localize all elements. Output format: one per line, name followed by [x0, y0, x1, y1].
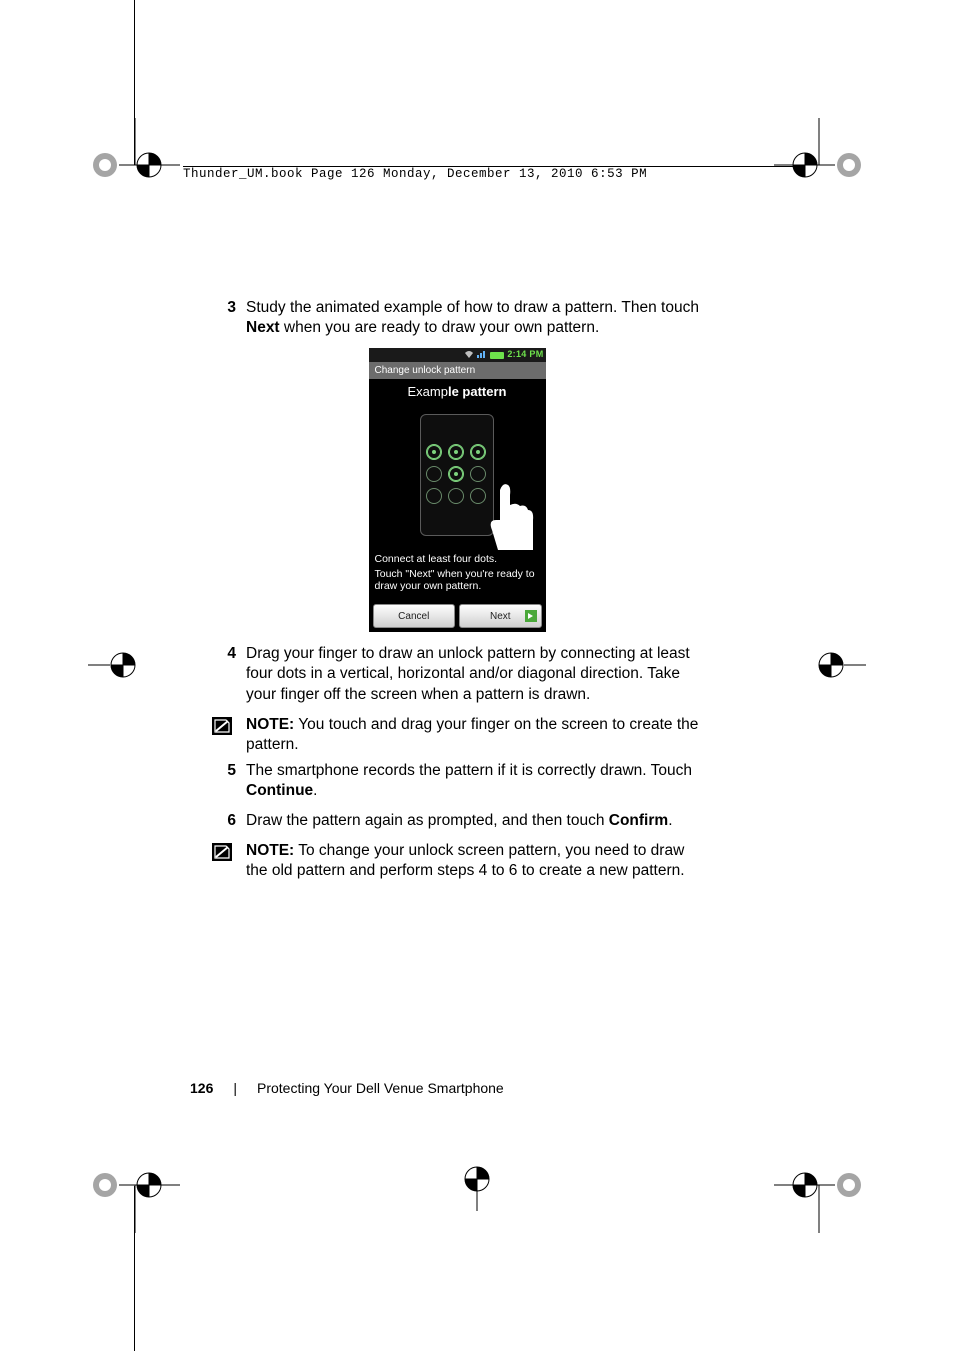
step-text: Drag your finger to draw an unlock patte… — [246, 644, 702, 704]
page-content: 3 Study the animated example of how to d… — [212, 298, 702, 888]
step-3: 3 Study the animated example of how to d… — [212, 298, 702, 338]
screen-title-bar: Change unlock pattern — [369, 362, 546, 379]
step-text: Draw the pattern again as prompted, and … — [246, 811, 702, 831]
note-text: NOTE: You touch and drag your finger on … — [246, 715, 702, 755]
step-text: Study the animated example of how to dra… — [246, 298, 702, 338]
example-pattern-title: Example pattern — [369, 379, 546, 403]
step-text: The smartphone records the pattern if it… — [246, 761, 702, 801]
pattern-dot — [426, 466, 442, 482]
crop-mark-bottom-left — [85, 1138, 180, 1233]
step-number: 4 — [212, 644, 246, 704]
pattern-dot — [470, 444, 486, 460]
cancel-button-label: Cancel — [398, 611, 429, 622]
step-6: 6 Draw the pattern again as prompted, an… — [212, 811, 702, 831]
crop-mark-bottom-center — [462, 1161, 492, 1211]
signal-icon — [477, 350, 487, 361]
crop-mark-bottom-right — [774, 1138, 869, 1233]
note-text: NOTE: To change your unlock screen patte… — [246, 841, 702, 881]
note-1: NOTE: You touch and drag your finger on … — [212, 715, 702, 755]
crop-mark-right-center — [806, 650, 866, 680]
pattern-dot — [426, 444, 442, 460]
pattern-area — [369, 404, 546, 550]
trim-line-left-bottom — [134, 1186, 135, 1351]
crop-mark-left-center — [88, 650, 148, 680]
step-number: 5 — [212, 761, 246, 801]
next-button[interactable]: Next — [459, 604, 542, 628]
page-header-text: Thunder_UM.book Page 126 Monday, Decembe… — [183, 167, 651, 181]
step-4: 4 Drag your finger to draw an unlock pat… — [212, 644, 702, 704]
trim-line-left — [134, 0, 135, 165]
wifi-icon — [464, 350, 474, 361]
pattern-dot — [426, 488, 442, 504]
pattern-dot — [448, 488, 464, 504]
instruction-line-1: Connect at least four dots. — [369, 550, 546, 568]
pattern-dot — [448, 444, 464, 460]
note-icon — [212, 843, 232, 861]
cancel-button[interactable]: Cancel — [373, 604, 456, 628]
next-arrow-icon — [525, 610, 537, 622]
pattern-dot — [448, 466, 464, 482]
instruction-line-2: Touch "Next" when you're ready to draw y… — [369, 567, 546, 600]
phone-screenshot: 2:14 PM Change unlock pattern Example pa… — [369, 348, 546, 632]
footer-section-title: Protecting Your Dell Venue Smartphone — [257, 1080, 504, 1096]
phone-button-row: Cancel Next — [369, 600, 546, 632]
note-2: NOTE: To change your unlock screen patte… — [212, 841, 702, 881]
page-number: 126 — [190, 1080, 213, 1096]
status-time: 2:14 PM — [507, 350, 543, 360]
step-number: 6 — [212, 811, 246, 831]
footer-divider: | — [233, 1080, 237, 1096]
crop-mark-top-left — [85, 118, 180, 213]
hand-icon — [478, 480, 538, 550]
note-icon — [212, 717, 232, 735]
step-number: 3 — [212, 298, 246, 338]
battery-icon — [490, 352, 504, 359]
next-button-label: Next — [490, 611, 511, 622]
step-5: 5 The smartphone records the pattern if … — [212, 761, 702, 801]
page-footer: 126 | Protecting Your Dell Venue Smartph… — [190, 1080, 504, 1096]
status-bar: 2:14 PM — [369, 348, 546, 362]
